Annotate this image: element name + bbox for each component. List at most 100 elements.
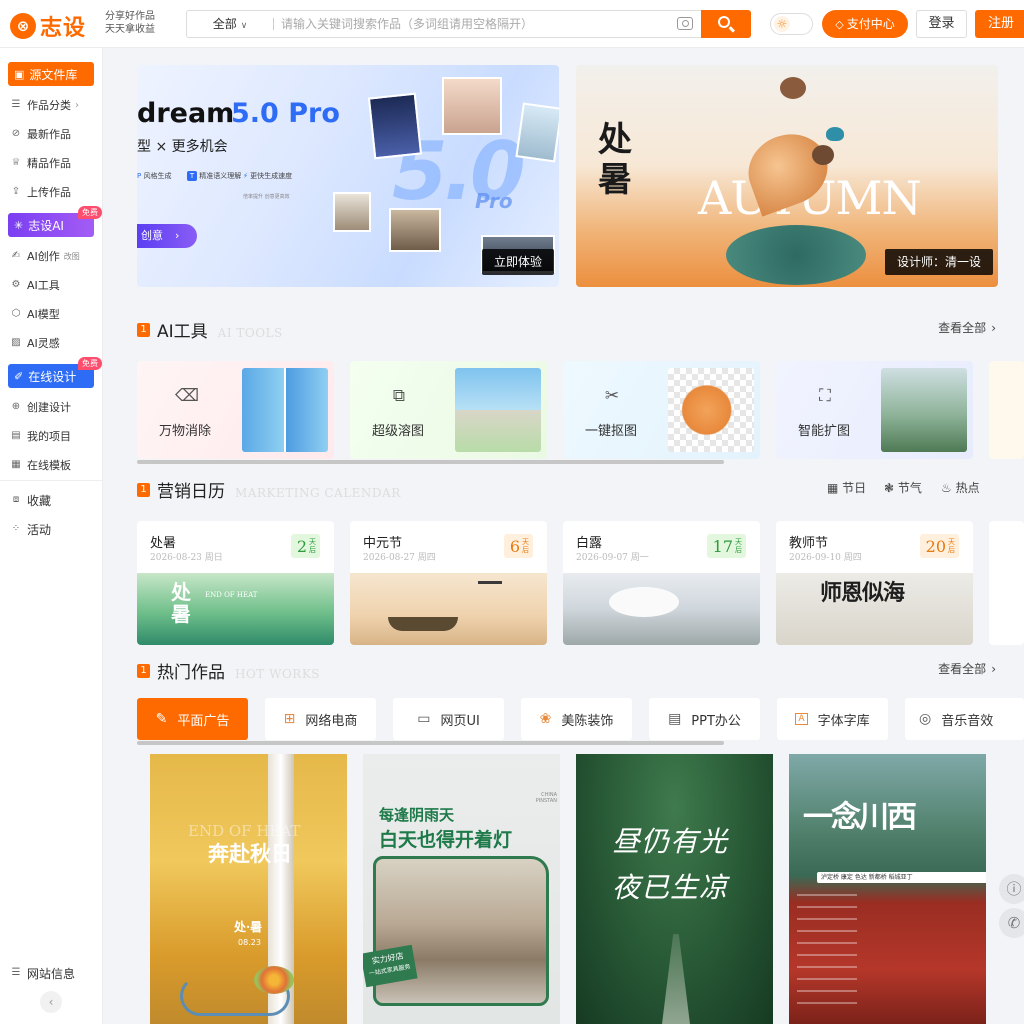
banner-autumn[interactable]: 处暑 AUTUMN 设计师：清一设 [576, 65, 998, 287]
sidebar-item-premium[interactable]: ♕ 精品作品 [10, 152, 71, 174]
sidebar-item-category[interactable]: ☰ 作品分类 › [10, 94, 79, 116]
ai-tool-card-blend[interactable]: ⧉ 超级溶图 [350, 361, 547, 459]
tab-print-ads[interactable]: ✎ 平面广告 [137, 698, 248, 740]
tab-ecommerce[interactable]: ⊞ 网络电商 [265, 698, 376, 740]
camera-icon[interactable] [677, 17, 693, 30]
image-icon: ▣ [14, 67, 25, 81]
days-left-badge: 2天后 [290, 534, 320, 558]
ai-tool-card-cutout[interactable]: ✂ 一键抠图 [563, 361, 760, 459]
banner-title: dream [137, 98, 235, 129]
sidebar-item-label: 我的项目 [27, 430, 71, 443]
calendar-filter-solar-term[interactable]: ❃ 节气 [884, 479, 922, 496]
cutout-icon: ✂ [604, 386, 620, 406]
ai-tools-scrollbar[interactable] [137, 460, 724, 464]
sidebar-item-ai-inspiration[interactable]: ▨ AI灵感 [10, 332, 60, 354]
days-left-badge: 20 天后 [919, 534, 959, 558]
banner-feature-1-label: 风格生成 [143, 172, 172, 180]
calendar-card-zhongyuan[interactable]: 中元节 2026-08-27 周四 6天后 [350, 521, 547, 645]
banner-feature-2: T 精准语义理解 [187, 171, 241, 181]
sidebar-item-upload[interactable]: ⇪ 上传作品 [10, 181, 71, 203]
work-card-autumn[interactable]: END OF HEAT 奔赴秋日 处·暑 08.23 [150, 754, 347, 1024]
days-left-badge: 17 天后 [706, 534, 746, 558]
sidebar-item-favorites[interactable]: ⧈ 收藏 [10, 489, 51, 511]
banner-designer-tag[interactable]: 设计师：清一设 [884, 249, 993, 275]
top-header: ⊗ 志设 分享好作品 天天拿收益 全部∨ ☼ ◇支付中心 登录 注册 [0, 0, 1024, 48]
print-ad-icon: ✎ [155, 711, 168, 727]
days-unit: 天后 [522, 538, 529, 554]
search-category-label: 全部 [212, 17, 237, 31]
calendar-filter-festival[interactable]: ▦ 节日 [827, 479, 866, 496]
search-divider [273, 18, 274, 30]
days-unit-top: 天 [735, 538, 742, 546]
site-logo[interactable]: ⊗ 志设 [10, 10, 86, 42]
work-headline: 一念川西 [803, 800, 917, 835]
work-sub: 处·暑 [234, 920, 263, 934]
banner-thumb-landscape [515, 102, 559, 163]
plus-circle-icon: ⊕ [11, 401, 21, 412]
tab-music-audio[interactable]: ◎ 音乐音效 [905, 698, 1024, 740]
sidebar-item-label: AI创作 [27, 250, 60, 263]
login-button[interactable]: 登录 [916, 10, 967, 38]
tab-ppt-office[interactable]: ▤ PPT办公 [649, 698, 760, 740]
ai-tool-card-erase[interactable]: ⌫ 万物消除 [137, 361, 334, 459]
ai-tools-view-all[interactable]: 查看全部 › [938, 319, 996, 336]
theme-toggle[interactable]: ☼ [770, 13, 813, 35]
pay-center-button[interactable]: ◇ 支付中心 [822, 10, 908, 38]
calendar-card-teachers-day[interactable]: 教师节 2026-09-10 周四 20 天后 师恩似海 [776, 521, 973, 645]
slogan: 分享好作品 天天拿收益 [105, 10, 155, 36]
search-category-select[interactable]: 全部 ∨ [187, 11, 273, 37]
register-button[interactable]: 注册 [975, 10, 1024, 38]
work-card-interior[interactable]: CHINA PINSTAN 每逢阴雨天 白天也得开着灯 实力好店 一站式家具服务 [363, 754, 560, 1024]
sidebar-item-latest[interactable]: ⊘ 最新作品 [10, 123, 71, 145]
work-route-bar: 泸定桥 康定 色达 新都桥 稻城亚丁 [817, 872, 986, 883]
filter-label: 热点 [955, 481, 980, 495]
banner-ai-dream[interactable]: dream 5.0 Pro 型 × 更多机会 P 风格生成 T 精准语义理解 ⚡… [137, 65, 559, 287]
banner-lotus-pod-2 [812, 145, 834, 165]
upload-icon: ⇪ [11, 186, 21, 197]
tabs-scrollbar[interactable] [137, 741, 724, 745]
sidebar-item-ai-models[interactable]: ⬡ AI模型 [10, 303, 60, 325]
bookmark-icon: ⧈ [12, 494, 20, 505]
pen-icon: ✍ [11, 250, 21, 261]
sidebar-source-library[interactable]: ▣ 源文件库 [8, 62, 94, 86]
search-input[interactable] [281, 12, 661, 36]
banner-cta-label: 创意 [141, 229, 163, 242]
sidebar-item-ai-create[interactable]: ✍ AI创作 改图 [10, 245, 80, 267]
tab-fonts[interactable]: A 字体字库 [777, 698, 888, 740]
work-card-forest[interactable]: 昼仍有光 夜已生凉 [576, 754, 773, 1024]
sidebar-item-create-design[interactable]: ⊕ 创建设计 [10, 396, 71, 418]
calendar-card-partial[interactable] [989, 521, 1024, 645]
wechat-float-button[interactable]: ✆ [999, 908, 1024, 938]
ai-tool-card-expand[interactable]: ⛶ 智能扩图 [776, 361, 973, 459]
sidebar-item-ai-tools[interactable]: ⚙ AI工具 [10, 274, 60, 296]
info-float-button[interactable]: ⓘ [999, 874, 1024, 904]
calendar-filter-hot[interactable]: ♨ 热点 [941, 479, 980, 496]
sidebar-collapse-button[interactable]: ‹ [40, 991, 62, 1013]
banner-lotus-pod [780, 77, 806, 99]
calendar-card-chushu[interactable]: 处暑 2026-08-23 周日 2天后 处暑 END OF HEAT [137, 521, 334, 645]
work-card-sichuan[interactable]: 一念川西 泸定桥 康定 色达 新都桥 稻城亚丁 [789, 754, 986, 1024]
design-icon: ✐ [14, 369, 24, 383]
sidebar-item-online-templates[interactable]: ▦ 在线模板 [10, 454, 71, 476]
work-stamp-text-2: 一站式家具服务 [368, 963, 412, 978]
ai-tool-card-partial[interactable] [989, 361, 1024, 459]
search-icon [718, 16, 730, 28]
banner-subtitle: 型 × 更多机会 [137, 139, 228, 155]
hot-works-view-all[interactable]: 查看全部 › [938, 660, 996, 677]
flower-icon: ❀ [539, 711, 552, 727]
banner-try-now-button[interactable]: 立即体验 [481, 249, 554, 275]
logo-mark-icon: ⊗ [10, 13, 36, 39]
tab-display-decoration[interactable]: ❀ 美陈装饰 [521, 698, 632, 740]
calendar-card-name: 白露 [576, 536, 603, 551]
search-button[interactable] [701, 10, 751, 38]
filter-label: 节气 [897, 481, 922, 495]
banner-cta-button[interactable]: 创意 › [137, 224, 197, 248]
sidebar-item-site-info[interactable]: ☰ 网站信息 [10, 962, 76, 984]
sidebar-ai-section[interactable]: ✳ 志设AI 免费 [8, 206, 102, 237]
sidebar-design-section[interactable]: ✐ 在线设计 免费 [8, 357, 102, 388]
calendar-card-bailu[interactable]: 白露 2026-09-07 周一 17 天后 [563, 521, 760, 645]
tab-web-ui[interactable]: ▭ 网页UI [393, 698, 504, 740]
sidebar-item-activities[interactable]: ⁘ 活动 [10, 518, 51, 540]
banner-feature-2-label: 精准语义理解 [199, 172, 242, 180]
sidebar-item-my-projects[interactable]: ▤ 我的项目 [10, 425, 71, 447]
